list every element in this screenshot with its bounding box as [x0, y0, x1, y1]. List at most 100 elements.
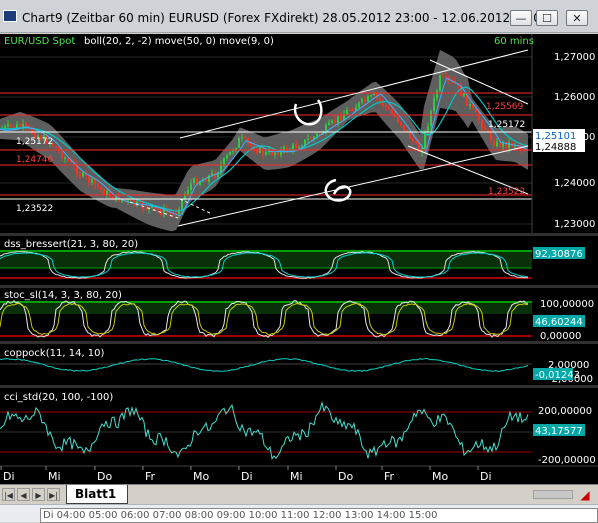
candle-body — [496, 141, 498, 147]
candle-body — [103, 189, 105, 195]
candle-body — [55, 146, 57, 148]
last-sheet-button[interactable]: ▶| — [47, 488, 60, 501]
candle-body — [244, 137, 246, 139]
candle-body — [412, 138, 414, 142]
candle-body — [388, 107, 390, 109]
horizontal-scrollbar[interactable] — [533, 490, 573, 499]
candle-body — [331, 120, 333, 123]
candle-body — [403, 125, 405, 130]
candle-body — [283, 147, 285, 150]
prev-sheet-button[interactable]: ◀ — [17, 488, 30, 501]
candle-body — [349, 110, 351, 111]
level-label: 1,23522 — [16, 204, 53, 214]
time-axis-label: Di — [3, 470, 15, 483]
stoc-tick-label: 0,00000 — [540, 331, 581, 342]
candle-body — [193, 178, 195, 184]
candle-body — [442, 75, 444, 77]
cci-tick-label: 200,00000 — [538, 406, 592, 417]
candle-body — [415, 141, 417, 143]
chart-window: Chart9 (Zeitbar 60 min) EURUSD (Forex FX… — [0, 0, 598, 523]
candle-body — [181, 199, 183, 210]
candle-body — [139, 201, 141, 203]
resize-grip-icon[interactable]: ◢ — [577, 487, 593, 503]
candle-body — [445, 76, 447, 78]
candle-body — [61, 150, 63, 159]
time-axis-label: Di — [480, 470, 492, 483]
chart-canvas[interactable]: 1,27000 1,26000 1,25000 1,24000 1,23000 … — [0, 34, 598, 484]
candle-body — [223, 158, 225, 165]
next-sheet-button[interactable]: ▶ — [32, 488, 45, 501]
app-icon — [3, 10, 17, 22]
candle-body — [220, 164, 222, 173]
candle-body — [430, 111, 432, 127]
price-tick-label: 1,24000 — [554, 178, 595, 189]
time-axis-label: Do — [97, 470, 112, 483]
chart-area[interactable]: 1,27000 1,26000 1,25000 1,24000 1,23000 … — [0, 34, 598, 484]
minimize-button[interactable]: — — [510, 10, 532, 26]
candle-body — [274, 152, 276, 155]
candle-body — [88, 176, 90, 183]
first-sheet-button[interactable]: |◀ — [2, 488, 15, 501]
candle-body — [478, 112, 480, 121]
candle-body — [238, 138, 240, 148]
timeframe-label: 60 mins — [494, 36, 534, 47]
time-axis-label: Mo — [193, 470, 209, 483]
time-axis-label: Fr — [384, 470, 395, 483]
candle-body — [391, 108, 393, 114]
candle-body — [310, 138, 312, 140]
candle-body — [439, 75, 441, 91]
candle-body — [346, 110, 348, 115]
candle-body — [352, 110, 354, 111]
candle-body — [487, 130, 489, 132]
candle-body — [157, 208, 159, 211]
candle-body — [334, 120, 336, 123]
sheet-tab-bar: |◀ ◀ ▶ ▶| Blatt1 ◢ — [0, 484, 598, 504]
maximize-button[interactable]: ☐ — [536, 10, 558, 26]
time-axis-label: Mi — [48, 470, 61, 483]
level-label: 1,25172 — [16, 137, 53, 147]
candle-body — [133, 199, 135, 205]
level-label: 1,23522 — [488, 187, 525, 197]
candle-body — [328, 122, 330, 125]
level-label: 1,25569 — [486, 102, 523, 112]
candle-body — [226, 155, 228, 159]
symbol-label: EUR/USD Spot — [4, 36, 75, 47]
dss-panel-label: dss_bressert(21, 3, 80, 20) — [4, 239, 138, 250]
candle-body — [64, 158, 66, 159]
close-button[interactable]: ✕ — [566, 10, 588, 26]
candle-body — [397, 116, 399, 123]
candle-body — [190, 183, 192, 191]
candle-body — [427, 126, 429, 132]
candle-body — [277, 152, 279, 156]
candle-body — [79, 174, 81, 176]
candle-body — [337, 116, 339, 123]
candle-body — [7, 124, 9, 127]
candle-body — [25, 124, 27, 127]
candle-body — [67, 158, 69, 161]
cci-tick-label: -200,00000 — [538, 455, 596, 466]
candle-body — [370, 95, 372, 97]
coppock-panel-label: coppock(11, 14, 10) — [4, 348, 105, 359]
dss-value: 92,30876 — [535, 249, 583, 260]
candle-body — [97, 184, 99, 187]
candle-body — [187, 190, 189, 195]
title-bar[interactable]: Chart9 (Zeitbar 60 min) EURUSD (Forex FX… — [0, 0, 598, 33]
maximize-icon: ☐ — [542, 12, 552, 25]
price-tick-label: 1,26000 — [554, 92, 595, 103]
price-tick-label: 1,23000 — [554, 219, 595, 230]
indicator-list: boll(20, 2, -2) move(50, 0) move(9, 0) — [84, 36, 274, 47]
stoc-tick-label: 100,00000 — [540, 299, 594, 310]
sheet-tab[interactable]: Blatt1 — [66, 485, 128, 504]
candle-body — [127, 199, 129, 201]
candle-body — [232, 150, 234, 152]
candle-body — [373, 93, 375, 96]
candle-body — [130, 199, 132, 201]
candle-body — [91, 178, 93, 183]
candle-body — [22, 124, 24, 127]
level-label: 1,24746 — [16, 155, 53, 165]
candle-body — [433, 98, 435, 112]
candle-body — [436, 90, 438, 99]
background-window-text: Di 04:00 05:00 06:00 07:00 08:00 09:00 1… — [40, 508, 598, 523]
candle-body — [142, 201, 144, 209]
candle-body — [295, 144, 297, 148]
